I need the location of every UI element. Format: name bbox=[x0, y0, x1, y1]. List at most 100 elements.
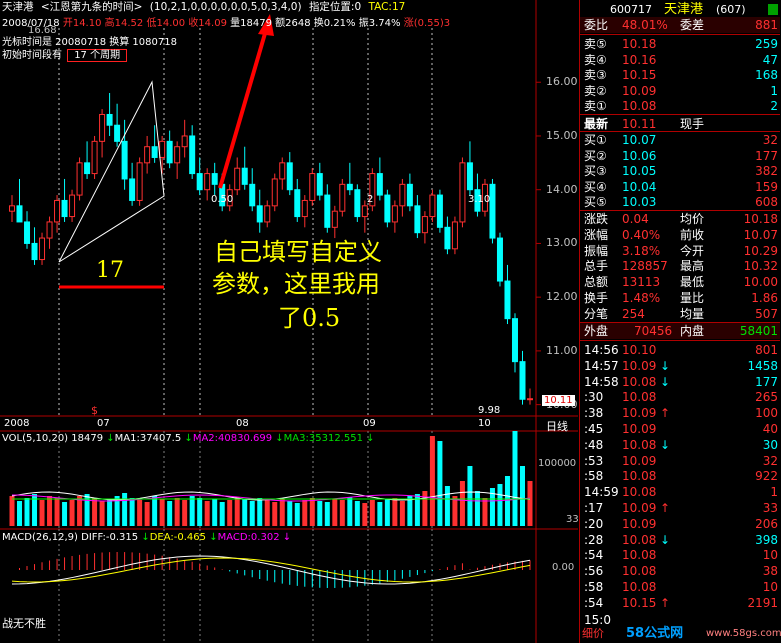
stat-value: 507 bbox=[755, 306, 778, 321]
candle-body bbox=[46, 221, 53, 239]
bar-turnover: 换0.21% bbox=[313, 18, 356, 29]
down-arrow-icon: ↓ bbox=[660, 437, 671, 452]
x-axis-08: 08 bbox=[236, 418, 249, 429]
macd-title[interactable]: MACD(26,12,9) bbox=[2, 532, 78, 543]
quote-panel: 600717 天津港 (607) 委比 48.01% 委差 881 卖⑤ 10.1… bbox=[579, 0, 781, 643]
candle-body bbox=[429, 194, 436, 218]
tick-time: :38 bbox=[584, 406, 604, 421]
tick-row: :20 10.09 206 bbox=[580, 516, 780, 532]
volume-bar bbox=[92, 498, 98, 526]
sell-label: 卖③ bbox=[584, 68, 607, 82]
volume-bar bbox=[272, 502, 278, 526]
tick-price: 10.09 bbox=[622, 422, 657, 436]
stat-label: 均量 bbox=[680, 306, 705, 321]
weicha-label: 委差 bbox=[680, 18, 705, 32]
tick-row: :45 10.09 40 bbox=[580, 421, 780, 437]
tick-price: 10.09 bbox=[622, 516, 657, 531]
x-axis-10: 10 bbox=[478, 418, 491, 429]
tick-volume: 177 bbox=[755, 374, 778, 389]
volume-bar bbox=[197, 498, 203, 526]
inner-label: 内盘 bbox=[680, 324, 705, 338]
tick-price: 10.09 bbox=[622, 358, 657, 373]
candle-body bbox=[511, 318, 518, 363]
volume-bar bbox=[219, 502, 225, 526]
bar-low: 低14.00 bbox=[146, 18, 186, 29]
candle-body bbox=[234, 167, 241, 191]
volume-bar bbox=[437, 441, 443, 526]
tick-volume: 265 bbox=[755, 390, 778, 405]
tick-time: :53 bbox=[584, 453, 604, 468]
tick-price: 10.08 bbox=[622, 548, 657, 563]
init-time-box: 17 个周期 bbox=[67, 49, 128, 62]
volume-bar bbox=[152, 496, 158, 526]
sell-price: 10.09 bbox=[622, 83, 657, 98]
stat-label: 今开 bbox=[680, 243, 705, 258]
volume-bar bbox=[429, 436, 435, 526]
watermark-url: www.58gs.com bbox=[706, 628, 781, 639]
window-icon[interactable] bbox=[768, 4, 778, 15]
volume-bar bbox=[189, 496, 195, 526]
tick-volume: 33 bbox=[762, 501, 778, 515]
price-axis-label: 11.00 bbox=[546, 343, 578, 357]
stat-row: 振幅 3.18% 今开 10.29 bbox=[580, 243, 780, 259]
volume-bar bbox=[227, 500, 233, 526]
candle-body bbox=[489, 183, 496, 239]
buy-volume: 608 bbox=[755, 195, 778, 209]
candle-body bbox=[504, 280, 511, 320]
candle-body bbox=[9, 205, 15, 212]
stat-value: 254 bbox=[622, 306, 645, 321]
buy-volume: 32 bbox=[762, 133, 778, 147]
inner-value: 58401 bbox=[739, 324, 778, 338]
position-label: 指定位置:0 bbox=[308, 1, 362, 13]
stat-label: 均价 bbox=[680, 212, 705, 226]
stat-value: 1.86 bbox=[751, 291, 778, 305]
quote-title-row: 600717 天津港 (607) bbox=[580, 2, 780, 18]
candle-body bbox=[196, 173, 203, 191]
tick-price: 10.08 bbox=[622, 437, 657, 452]
bar-change: 涨(0.55)3 bbox=[403, 18, 451, 29]
sell-volume: 47 bbox=[762, 52, 778, 67]
chart-area[interactable]: 天津港 <江恩第九条的时间> (10,2,1,0,0,0,0,0,0,5,0,3… bbox=[0, 0, 579, 643]
volume-bar bbox=[317, 501, 323, 526]
candle-body bbox=[204, 173, 211, 191]
dollar-marker: $ bbox=[91, 404, 98, 417]
period-label[interactable]: 日线 bbox=[546, 418, 568, 434]
stat-value: 3.18% bbox=[622, 243, 661, 258]
macd-footer: 战无不胜 bbox=[2, 617, 46, 630]
sell-row: 卖④ 10.16 47 bbox=[580, 52, 780, 68]
annotation-line3: 了0.5 bbox=[278, 304, 341, 332]
gann-triangle bbox=[58, 80, 165, 263]
bottom-row: 细价 58公式网 www.58gs.com bbox=[580, 626, 781, 642]
current-price-tag: 10.11 bbox=[542, 395, 575, 406]
tick-row: :54 10.15 ↑ 2191 bbox=[580, 595, 780, 611]
bar-high: 高14.52 bbox=[104, 18, 144, 29]
volume-bar bbox=[482, 498, 488, 526]
tick-volume: 38 bbox=[762, 564, 778, 579]
tick-time: 14:59 bbox=[584, 485, 619, 500]
sell-label: 卖② bbox=[584, 83, 607, 98]
bottom-tab[interactable]: 细价 bbox=[582, 626, 604, 642]
divider bbox=[580, 114, 780, 115]
sell-row: 卖② 10.09 1 bbox=[580, 83, 780, 99]
volume-bar bbox=[182, 500, 188, 526]
candle-body bbox=[189, 135, 196, 175]
volume-bar bbox=[137, 500, 143, 526]
vol-ma2: MA2:40830.699 bbox=[192, 433, 273, 444]
x-axis-09: 09 bbox=[363, 418, 376, 429]
tick-price: 10.08 bbox=[622, 469, 657, 484]
candle-body bbox=[166, 140, 173, 164]
candle-body bbox=[91, 140, 98, 175]
webi-label: 委比 bbox=[584, 18, 609, 32]
volume-bar bbox=[302, 500, 308, 526]
indicator-name[interactable]: <江恩第九条的时间> bbox=[41, 1, 143, 13]
volume-bar bbox=[309, 498, 315, 526]
annotation-line2: 参数，这里我用 bbox=[212, 270, 380, 298]
tick-row: :58 10.08 10 bbox=[580, 579, 780, 595]
tick-volume: 32 bbox=[762, 453, 778, 468]
volume-bar bbox=[99, 501, 105, 526]
watermark-logo: 58公式网 bbox=[626, 626, 684, 641]
stat-value: 13113 bbox=[622, 275, 661, 290]
vol-title[interactable]: VOL(5,10,20) bbox=[2, 433, 68, 444]
candle-body bbox=[451, 221, 458, 250]
stat-value: 10.00 bbox=[743, 275, 778, 290]
